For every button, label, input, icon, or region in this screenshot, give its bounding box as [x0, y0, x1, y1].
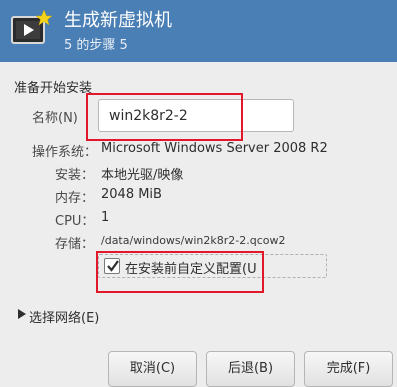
name-highlight-box [86, 93, 243, 141]
storage-value: /data/windows/win2k8r2-2.qcow2 [101, 234, 286, 247]
network-expander-label: 选择网络(E) [29, 311, 100, 326]
memory-value: 2048 MiB [101, 187, 162, 202]
os-value: Microsoft Windows Server 2008 R2 [101, 141, 328, 156]
cpu-value: 1 [101, 210, 110, 225]
install-value: 本地光驱/映像 [101, 168, 184, 183]
wizard-header: 生成新虚拟机 5 的步骤 5 [0, 0, 397, 62]
wizard-step-indicator: 5 的步骤 5 [64, 38, 128, 53]
new-vm-icon [10, 9, 53, 49]
os-label: 操作系统： [32, 145, 98, 160]
cpu-label: CPU： [55, 214, 95, 229]
storage-label: 存储： [55, 237, 95, 252]
finish-button[interactable]: 完成(F) [304, 351, 393, 387]
back-button[interactable]: 后退(B) [206, 351, 295, 387]
memory-label: 内存： [55, 191, 95, 206]
customize-highlight-box [96, 251, 264, 293]
install-label: 安装： [55, 168, 95, 183]
name-label: 名称(N) [32, 111, 78, 126]
triangle-right-icon [18, 309, 26, 319]
section-title: 准备开始安装 [14, 81, 93, 96]
cancel-button[interactable]: 取消(C) [108, 351, 197, 387]
wizard-title: 生成新虚拟机 [64, 10, 172, 31]
